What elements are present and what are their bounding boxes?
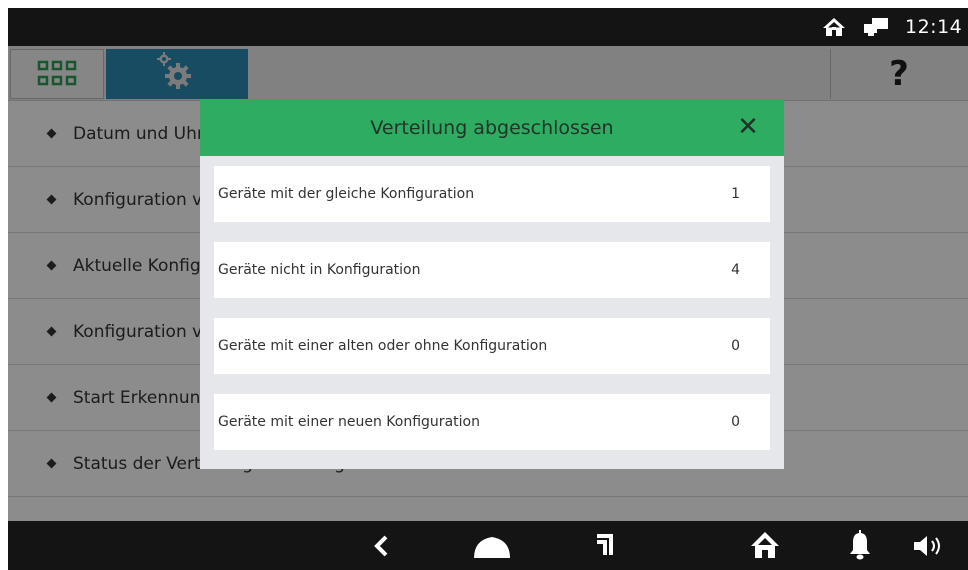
dialog-header: Verteilung abgeschlossen ✕: [200, 99, 784, 156]
volume-icon[interactable]: [912, 534, 948, 558]
result-value: 4: [731, 262, 740, 278]
dialog-title: Verteilung abgeschlossen: [370, 116, 614, 139]
result-row: Geräte mit der gleiche Konfiguration 1: [214, 166, 770, 222]
back-icon[interactable]: [370, 533, 392, 559]
result-label: Geräte nicht in Konfiguration: [218, 262, 421, 278]
status-bar: 12:14: [8, 8, 968, 46]
result-value: 0: [731, 338, 740, 354]
recent-apps-icon[interactable]: [593, 531, 615, 557]
result-label: Geräte mit einer alten oder ohne Konfigu…: [218, 338, 548, 354]
navigation-bar: [8, 521, 968, 570]
result-value: 1: [731, 186, 740, 202]
screen: 12:14 ? Datum und Uhrzeit Konfiguration …: [8, 8, 968, 570]
result-row: Geräte nicht in Konfiguration 4: [214, 242, 770, 298]
result-row: Geräte mit einer alten oder ohne Konfigu…: [214, 318, 770, 374]
close-icon[interactable]: ✕: [734, 113, 762, 141]
result-label: Geräte mit der gleiche Konfiguration: [218, 186, 475, 202]
home-icon[interactable]: [472, 533, 512, 559]
result-label: Geräte mit einer neuen Konfiguration: [218, 414, 480, 430]
result-value: 0: [731, 414, 740, 430]
distribution-dialog: Verteilung abgeschlossen ✕ Geräte mit de…: [200, 99, 784, 469]
result-row: Geräte mit einer neuen Konfiguration 0: [214, 394, 770, 450]
bell-icon[interactable]: [848, 530, 872, 560]
network-icon: [864, 18, 888, 36]
house-icon[interactable]: [750, 531, 780, 559]
clock: 12:14: [905, 16, 963, 38]
home-icon: [823, 18, 845, 36]
